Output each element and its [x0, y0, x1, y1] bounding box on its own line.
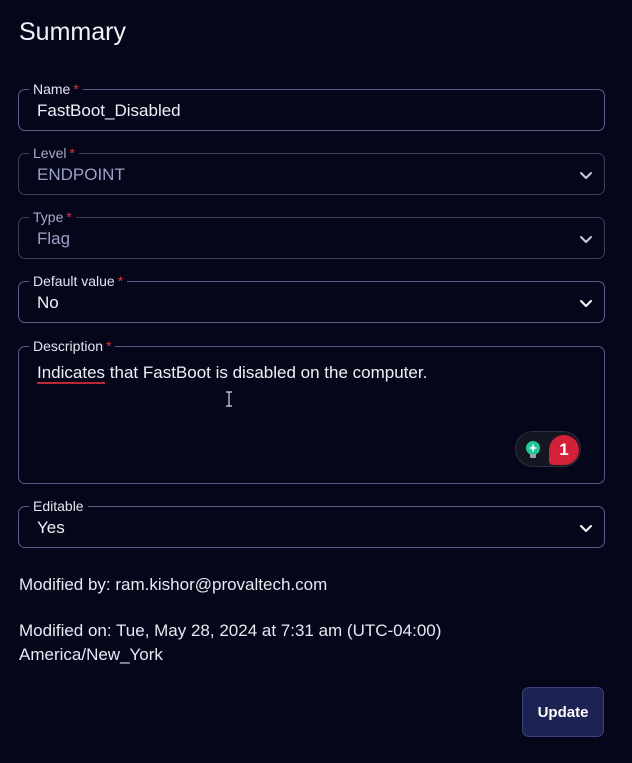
description-label: Description *: [29, 338, 116, 354]
editable-select[interactable]: Editable Yes: [18, 498, 605, 548]
lightbulb-icon: [526, 441, 540, 458]
issue-count-badge[interactable]: 1: [549, 435, 579, 465]
modified-by-text: Modified by: ram.kishor@provaltech.com: [19, 575, 328, 594]
chevron-down-icon[interactable]: [578, 231, 594, 247]
chevron-down-icon[interactable]: [578, 167, 594, 183]
spelling-flagged-word[interactable]: Indicates: [37, 363, 105, 382]
grammar-assistant-badge[interactable]: 1: [515, 431, 581, 467]
default-value-label: Default value *: [29, 273, 128, 289]
default-value-value: No: [37, 293, 59, 312]
update-button[interactable]: Update: [522, 687, 604, 737]
level-select[interactable]: Level * ENDPOINT: [18, 145, 605, 195]
chevron-down-icon[interactable]: [578, 295, 594, 311]
description-textarea[interactable]: Description * Indicates that FastBoot is …: [18, 338, 605, 484]
editable-value: Yes: [37, 518, 65, 537]
chevron-down-icon[interactable]: [578, 520, 594, 536]
description-text[interactable]: Indicates that FastBoot is disabled on t…: [37, 363, 427, 383]
editable-label: Editable: [29, 498, 88, 514]
default-value-select[interactable]: Default value * No: [18, 273, 605, 323]
level-value: ENDPOINT: [37, 165, 125, 184]
type-select[interactable]: Type * Flag: [18, 209, 605, 259]
page-title: Summary: [19, 18, 126, 46]
modified-on-text: Modified on: Tue, May 28, 2024 at 7:31 a…: [19, 621, 442, 640]
type-value: Flag: [37, 229, 71, 248]
modified-on-timezone: America/New_York: [19, 645, 163, 664]
name-field[interactable]: Name * FastBoot_Disabled: [18, 81, 605, 131]
level-label: Level *: [29, 145, 79, 161]
name-label: Name *: [29, 81, 83, 97]
type-label: Type *: [29, 209, 76, 225]
text-cursor-icon: [226, 391, 232, 407]
name-input[interactable]: FastBoot_Disabled: [37, 101, 181, 121]
